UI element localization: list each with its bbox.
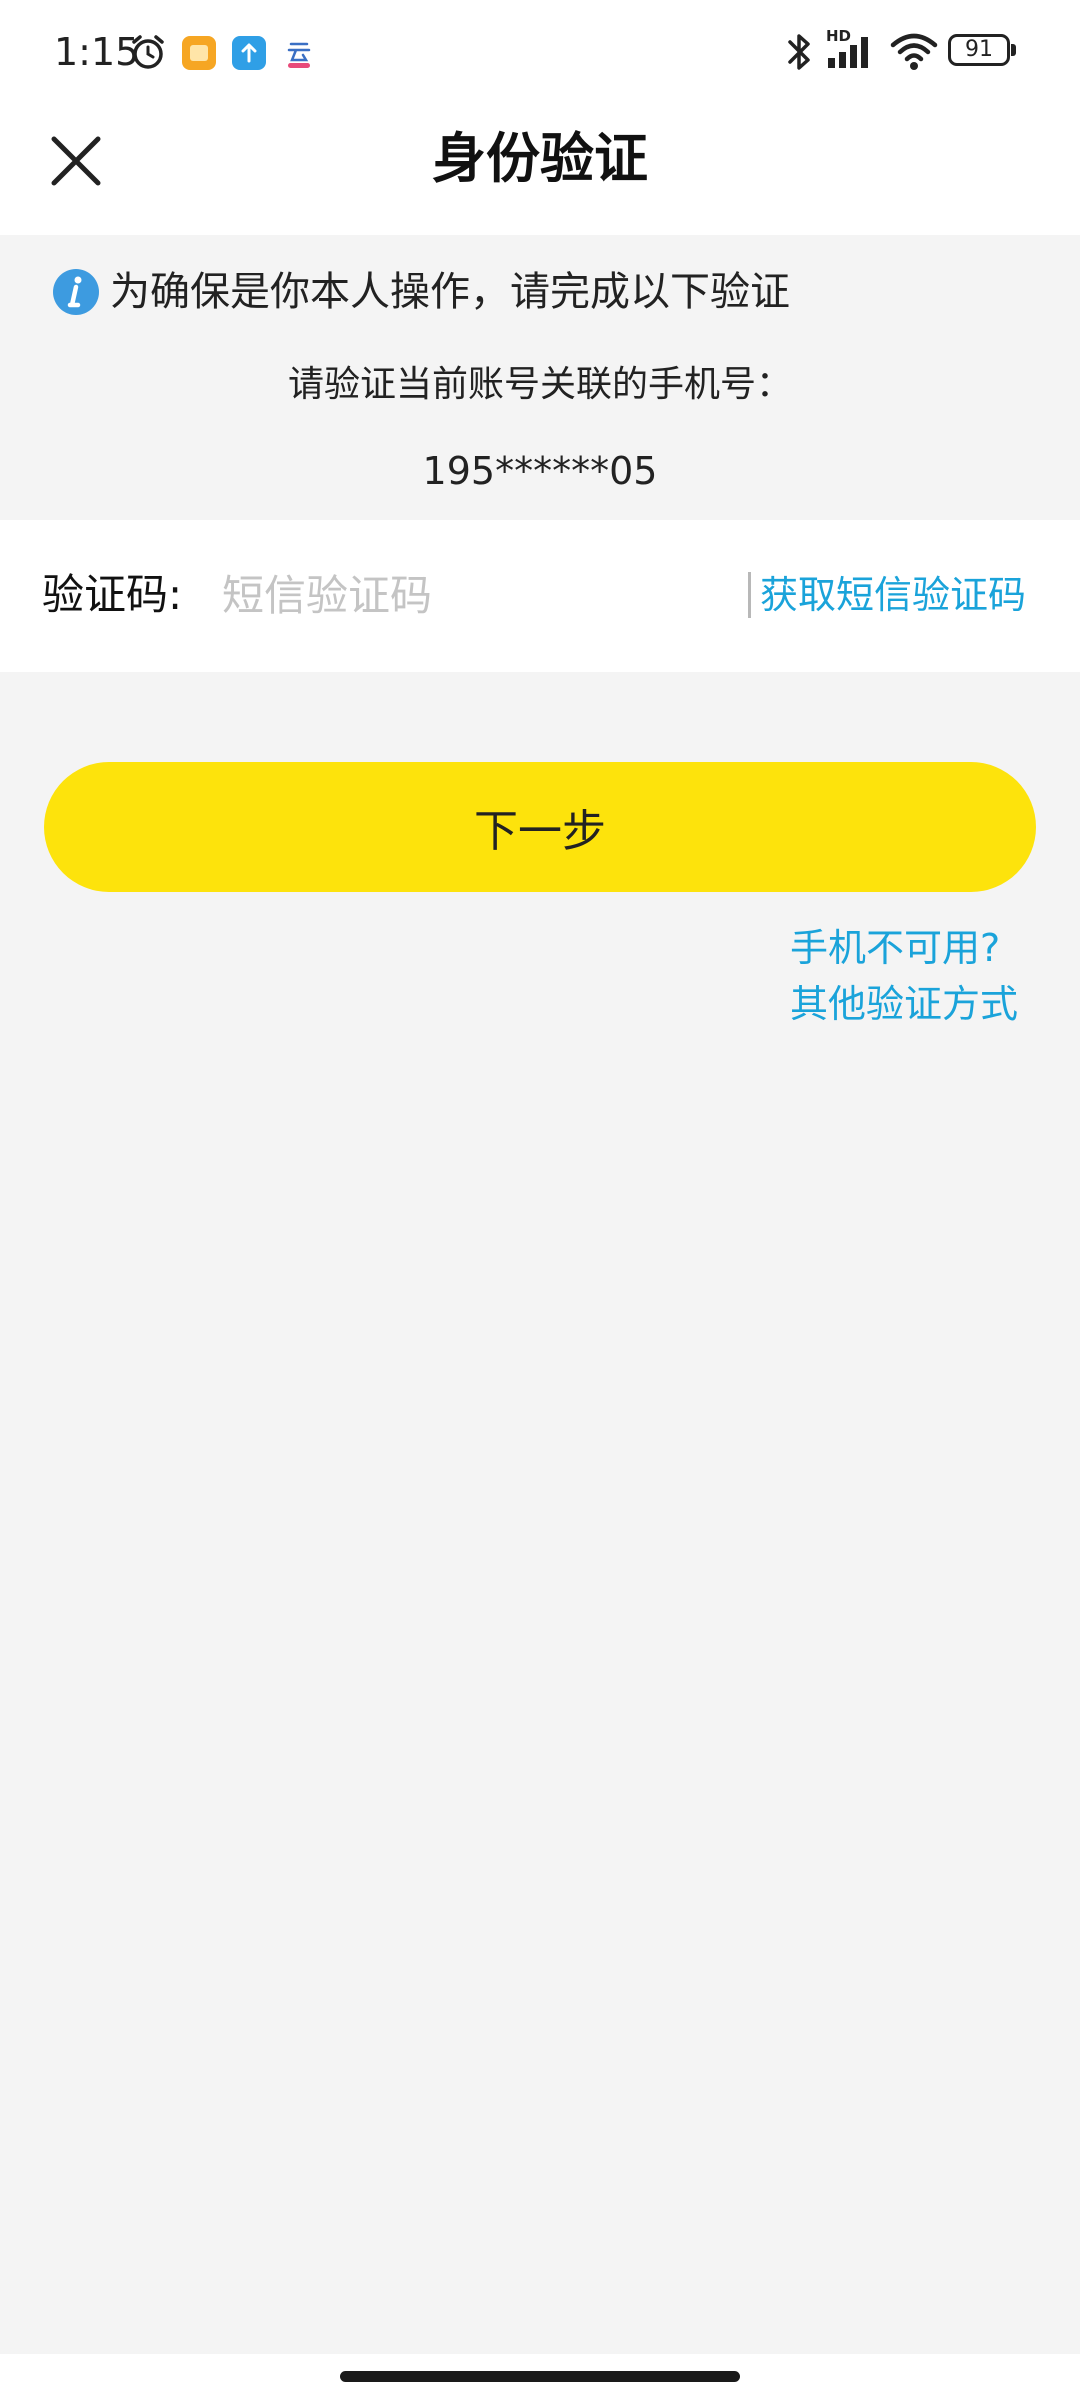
page-title: 身份验证 [432,127,648,190]
next-step-button[interactable]: 下一步 [44,762,1036,892]
battery-icon: 91 [948,34,1018,68]
alarm-icon [132,35,164,69]
home-indicator[interactable] [340,2371,740,2382]
notice-text: 为确保是你本人操作，请完成以下验证 [110,269,790,315]
cloud-app-icon [282,36,316,70]
get-sms-code-button[interactable]: 获取短信验证码 [760,568,1026,622]
bluetooth-icon [788,34,810,70]
wifi-icon [890,33,938,70]
masked-phone-number: 195******05 [422,449,658,493]
sms-code-input[interactable] [222,560,722,630]
code-input-row: 验证码: 获取短信验证码 [0,520,1080,672]
header: 身份验证 [0,105,1080,235]
phone-unavailable-link[interactable]: 手机不可用? [790,920,1070,976]
alternative-links: 手机不可用? 其他验证方式 [790,920,1070,1032]
code-label: 验证码: [42,570,183,619]
info-section: 为确保是你本人操作，请完成以下验证 请验证当前账号关联的手机号： 195****… [0,235,1080,520]
other-verification-methods-link[interactable]: 其他验证方式 [790,976,1070,1032]
status-time: 1:15 [54,30,140,74]
status-bar: 1:15 HD 91 [0,0,1080,105]
upload-icon [232,36,266,70]
signal-icon: HD [824,28,880,74]
verify-description: 请验证当前账号关联的手机号： [287,364,792,405]
info-icon [53,269,99,315]
battery-level: 91 [965,37,993,62]
app-notification-orange-icon [182,36,216,70]
vertical-divider [748,572,751,618]
